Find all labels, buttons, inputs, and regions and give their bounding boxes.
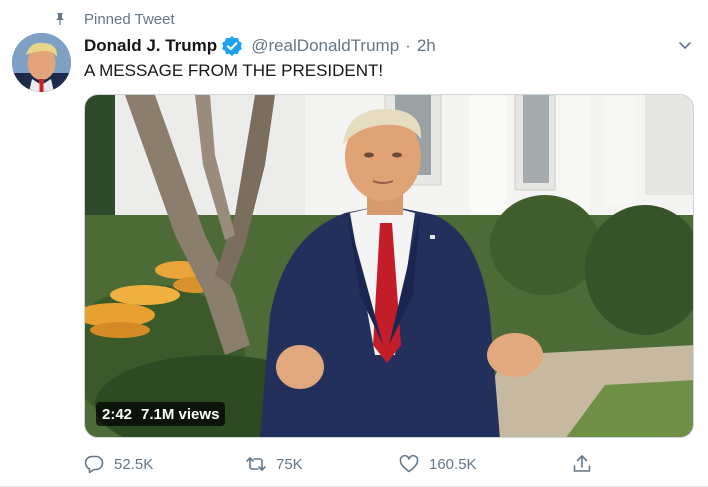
pin-icon [56,13,64,25]
like-count: 160.5K [429,455,477,473]
tweet-text: A MESSAGE FROM THE PRESIDENT! [84,61,384,80]
avatar-image [12,33,71,92]
verified-badge-icon [222,36,243,56]
reply-icon [84,455,104,474]
heart-icon [399,454,419,473]
separator-dot: · [405,36,411,55]
retweet-count: 75K [276,455,303,473]
more-options-button[interactable] [672,32,698,58]
avatar[interactable] [12,33,71,92]
retweet-icon [246,457,266,471]
share-icon [573,455,591,472]
timestamp[interactable]: 2h [417,36,436,56]
video-duration: 2:42 [102,405,133,423]
retweet-button[interactable]: 75K [245,450,303,478]
user-handle[interactable]: @realDonaldTrump [251,36,399,56]
video-player[interactable]: 2:42 7.1M views [84,94,694,438]
tweet[interactable]: Pinned Tweet Donald J. Trump @realDonald… [0,0,708,487]
video-views: 7.1M views [141,405,220,423]
reply-count: 52.5K [114,455,154,473]
share-button[interactable] [571,450,593,478]
tweet-header: Donald J. Trump @realDonaldTrump · 2h [84,35,436,57]
reply-button[interactable]: 52.5K [83,450,153,478]
like-button[interactable]: 160.5K [398,450,477,478]
video-stats-badge: 2:42 7.1M views [96,402,226,426]
chevron-down-icon [679,42,691,49]
display-name[interactable]: Donald J. Trump [84,36,217,56]
video-thumbnail [85,95,693,437]
action-bar: 52.5K 75K 160.5K [0,450,708,478]
pinned-label: Pinned Tweet [84,11,175,28]
